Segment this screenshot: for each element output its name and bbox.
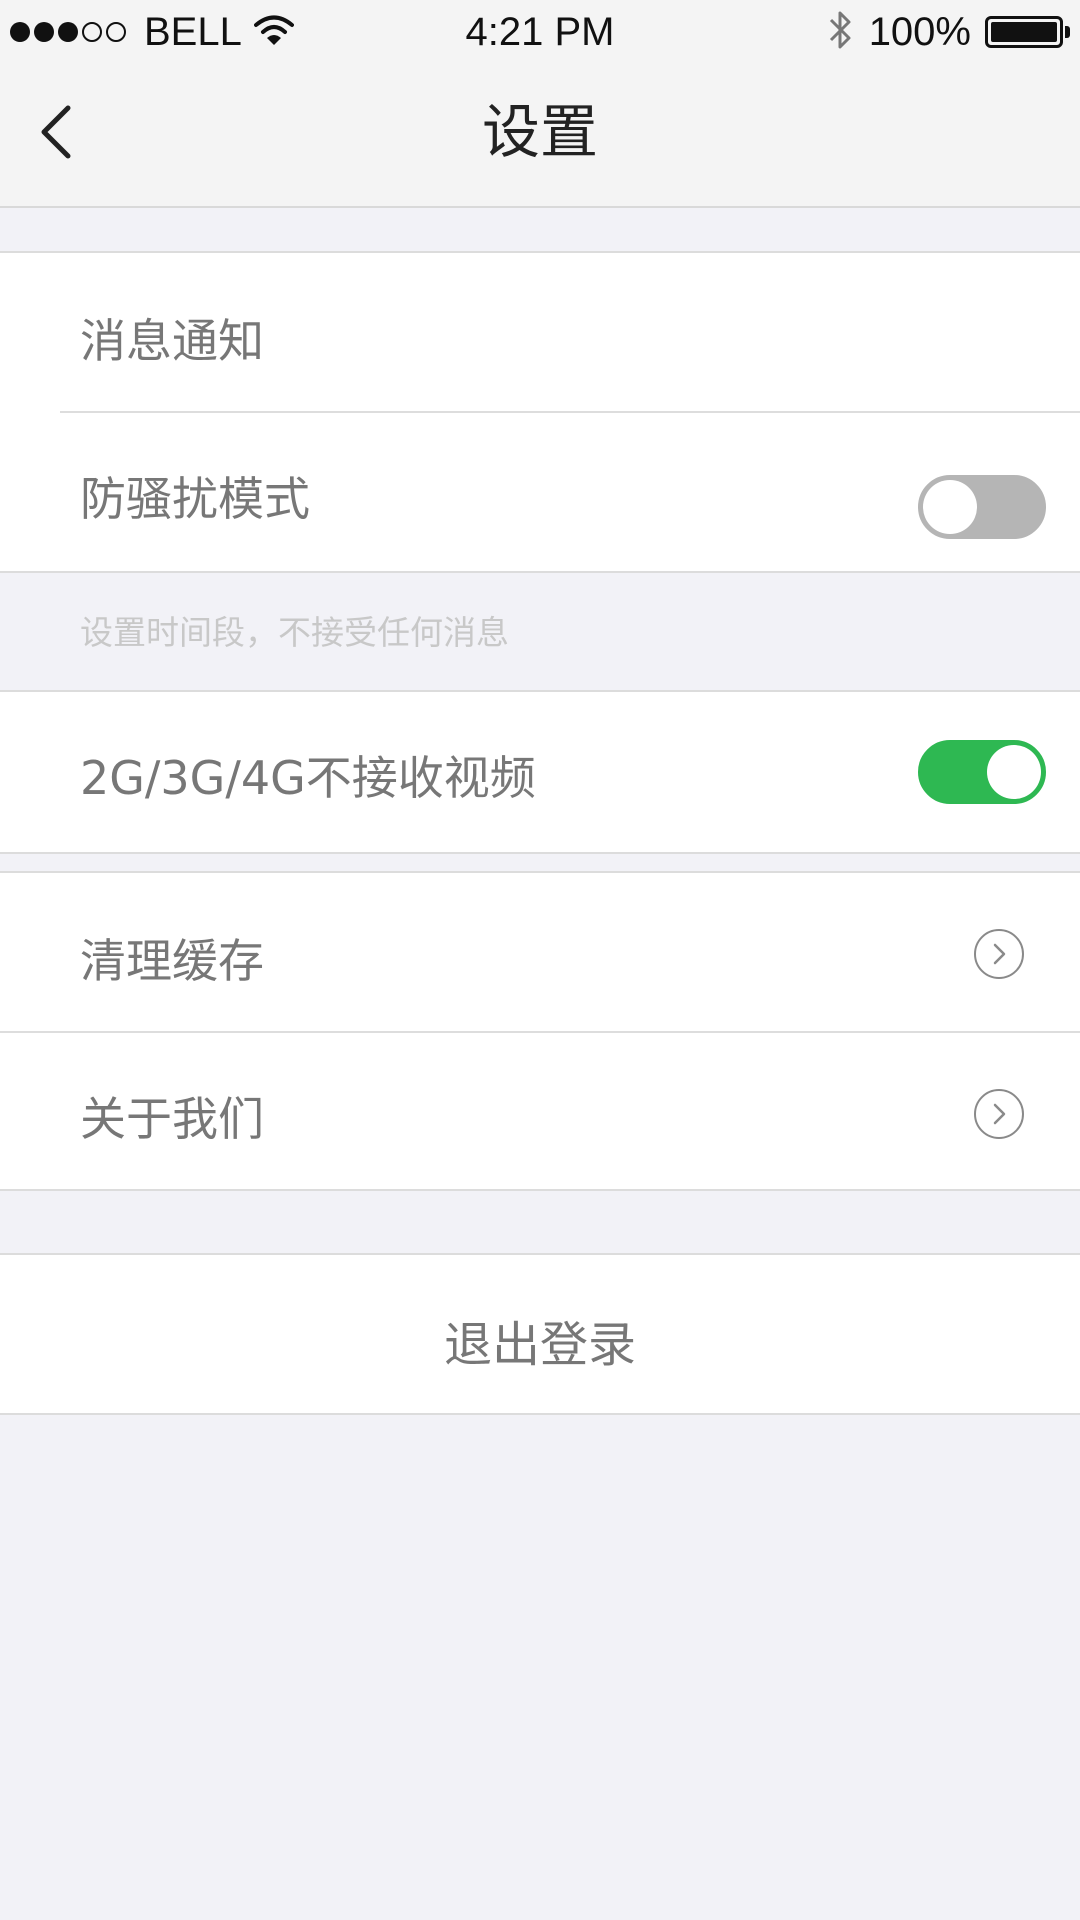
battery-fill: [991, 22, 1057, 42]
dnd-toggle[interactable]: [918, 475, 1046, 539]
chevron-right-icon: [974, 929, 1024, 979]
cellular-video-row: 2G/3G/4G不接收视频: [0, 692, 1080, 852]
toggle-knob: [987, 745, 1041, 799]
battery-percent: 100%: [868, 9, 971, 54]
logout-label: 退出登录: [443, 1317, 636, 1373]
misc-settings-group: 清理缓存 关于我们: [0, 871, 1080, 1191]
notifications-row[interactable]: 消息通知: [0, 253, 1080, 413]
battery-cap: [1065, 26, 1070, 38]
cellular-video-label: 2G/3G/4G不接收视频: [80, 751, 536, 805]
battery-icon: [985, 16, 1063, 48]
about-label: 关于我们: [80, 1092, 264, 1146]
logout-group: 退出登录: [0, 1253, 1080, 1415]
dnd-hint-text: 设置时间段，不接受任何消息: [80, 613, 509, 652]
dnd-label: 防骚扰模式: [80, 472, 310, 526]
logout-button[interactable]: 退出登录: [0, 1255, 1080, 1415]
status-bar: BELL 4:21 PM 100%: [0, 0, 1080, 64]
clear-cache-label: 清理缓存: [80, 934, 264, 988]
video-settings-group: 2G/3G/4G不接收视频: [0, 690, 1080, 854]
clear-cache-row[interactable]: 清理缓存: [0, 873, 1080, 1033]
notifications-label: 消息通知: [80, 314, 264, 368]
nav-bar: 设置: [0, 64, 1080, 208]
cellular-video-toggle[interactable]: [918, 740, 1046, 804]
dnd-row: 防骚扰模式: [0, 413, 1080, 573]
toggle-knob: [923, 480, 977, 534]
status-right: 100%: [827, 8, 1070, 56]
chevron-right-icon: [974, 1089, 1024, 1139]
notification-settings-group: 消息通知 防骚扰模式: [0, 251, 1080, 573]
about-row[interactable]: 关于我们: [0, 1033, 1080, 1193]
page-title: 设置: [481, 98, 598, 166]
bluetooth-icon: [827, 8, 855, 56]
